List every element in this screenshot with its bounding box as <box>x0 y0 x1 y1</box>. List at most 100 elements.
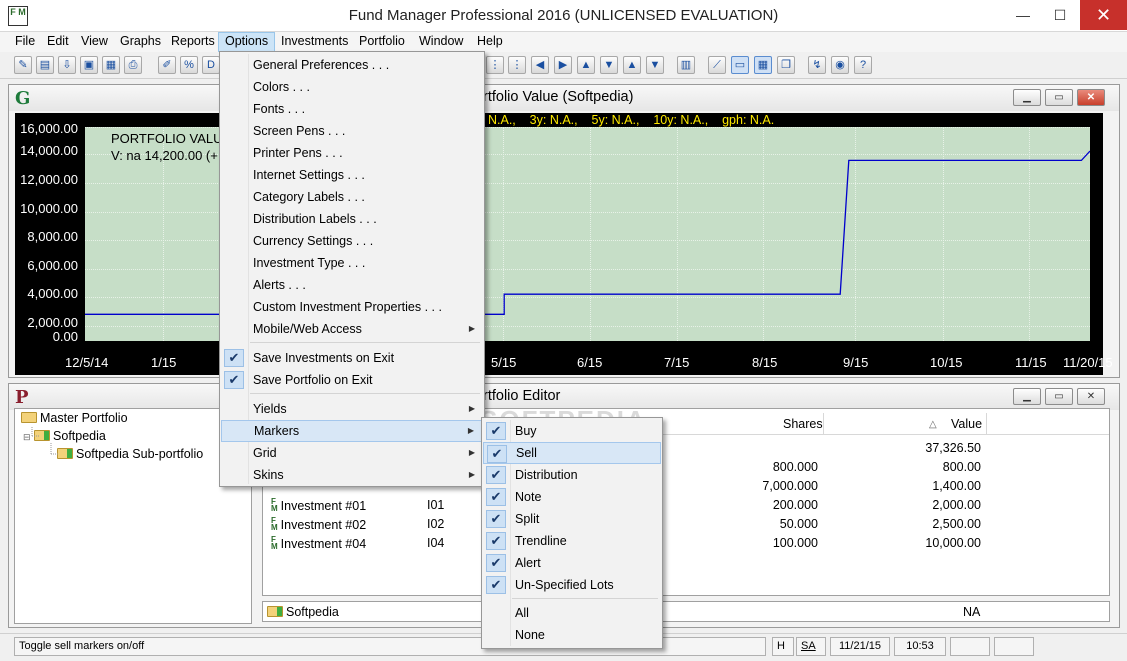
menu-options[interactable]: Options <box>218 32 276 52</box>
save-icon[interactable]: ▣ <box>80 56 98 74</box>
portfolio-minimize-button[interactable]: ▁ <box>1013 388 1041 405</box>
options-item-skins[interactable]: Skins ▶ <box>221 464 483 486</box>
graph-icon[interactable]: ⟋ <box>708 56 726 74</box>
checkmark-icon: ✔ <box>486 510 506 528</box>
marker-item-split[interactable]: ✔ Split <box>483 508 661 530</box>
menu-edit[interactable]: Edit <box>41 32 75 52</box>
menu-graphs[interactable]: Graphs <box>114 32 167 52</box>
minimize-button[interactable]: — <box>1006 0 1040 30</box>
submenu-arrow-icon: ▶ <box>468 324 475 333</box>
graph-area[interactable]: N.A., 3y: N.A., 5y: N.A., 10y: N.A., gph… <box>15 113 1113 375</box>
x-tick-label: 8/15 <box>752 355 778 370</box>
close-button[interactable]: ✕ <box>1080 0 1127 30</box>
menu-help[interactable]: Help <box>471 32 509 52</box>
checkmark-icon: ✔ <box>487 445 507 463</box>
graph-close-button[interactable]: ✕ <box>1077 89 1105 106</box>
options-item-category-labels[interactable]: Category Labels . . . <box>221 186 483 208</box>
table-row[interactable]: F M Investment #01 I01 200.000 2,000.00 <box>263 496 1109 515</box>
value-cell: 37,326.50 <box>925 441 981 455</box>
options-item-currency-settings[interactable]: Currency Settings . . . <box>221 230 483 252</box>
arrow-left-icon[interactable]: ◀ <box>531 56 549 74</box>
tile-icon[interactable]: ▭ <box>731 56 749 74</box>
graph-window-titlebar[interactable]: G rtfolio Value (Softpedia) ▁ ▭ ✕ <box>9 85 1119 111</box>
menu-reports[interactable]: Reports <box>165 32 221 52</box>
menu-separator <box>250 342 480 343</box>
options-item-alerts[interactable]: Alerts . . . <box>221 274 483 296</box>
marker-item-all[interactable]: All <box>483 602 661 624</box>
options-item-save-portfolio-on-exit[interactable]: ✔ Save Portfolio on Exit <box>221 369 483 391</box>
arrow-bottom-icon[interactable]: ▼ <box>646 56 664 74</box>
document-icon[interactable]: D <box>202 56 220 74</box>
portfolio-restore-button[interactable]: ▭ <box>1045 388 1073 405</box>
marker-item-none[interactable]: None <box>483 624 661 646</box>
print-icon[interactable]: ⎙ <box>124 56 142 74</box>
table-row[interactable]: F M Investment #04 I04 100.000 10,000.00 <box>263 534 1109 553</box>
menu-portfolio[interactable]: Portfolio <box>353 32 411 52</box>
options-item-fonts[interactable]: Fonts . . . <box>221 98 483 120</box>
marker-item-distribution[interactable]: ✔ Distribution <box>483 464 661 486</box>
options-item-yields[interactable]: Yields ▶ <box>221 398 483 420</box>
marker-item-trendline[interactable]: ✔ Trendline <box>483 530 661 552</box>
edit-icon[interactable]: ✐ <box>158 56 176 74</box>
y-tick-label: 14,000.00 <box>20 143 78 158</box>
portfolio-close-button[interactable]: ✕ <box>1077 388 1105 405</box>
copy-icon[interactable]: ❐ <box>777 56 795 74</box>
percent-icon[interactable]: % <box>180 56 198 74</box>
split-icon[interactable]: ⋮ <box>508 56 526 74</box>
options-item-custom-investment-properties[interactable]: Custom Investment Properties . . . <box>221 296 483 318</box>
graph-minimize-button[interactable]: ▁ <box>1013 89 1041 106</box>
options-item-printer-pens[interactable]: Printer Pens . . . <box>221 142 483 164</box>
x-tick-label: 1/15 <box>151 355 177 370</box>
marker-item-alert[interactable]: ✔ Alert <box>483 552 661 574</box>
options-item-markers[interactable]: Markers ▶ <box>221 420 483 442</box>
checkmark-icon: ✔ <box>486 554 506 572</box>
update-icon[interactable]: ↯ <box>808 56 826 74</box>
arrow-up-icon[interactable]: ▲ <box>577 56 595 74</box>
grid-view-icon[interactable]: ▦ <box>754 56 772 74</box>
menu-file[interactable]: File <box>9 32 41 52</box>
value-cell: 10,000.00 <box>925 536 981 550</box>
portfolio-summary-row: Softpedia NA <box>262 601 1110 622</box>
options-item-distribution-labels[interactable]: Distribution Labels . . . <box>221 208 483 230</box>
open-folder-icon[interactable]: ▤ <box>36 56 54 74</box>
checkmark-icon: ✔ <box>224 349 244 367</box>
save-all-icon[interactable]: ▦ <box>102 56 120 74</box>
status-sa[interactable]: SA <box>796 637 826 656</box>
arrow-down-icon[interactable]: ▼ <box>600 56 618 74</box>
arrow-right-icon[interactable]: ▶ <box>554 56 572 74</box>
calculator-icon[interactable]: ▥ <box>677 56 695 74</box>
maximize-button[interactable]: ☐ <box>1043 0 1077 30</box>
options-item-mobile-web-access[interactable]: Mobile/Web Access ▶ <box>221 318 483 340</box>
marker-item-un-specified-lots[interactable]: ✔ Un-Specified Lots <box>483 574 661 596</box>
arrow-top-icon[interactable]: ▲ <box>623 56 641 74</box>
tree-item-softpedia[interactable]: ⊟ Softpedia <box>23 429 106 443</box>
tree-item-master[interactable]: Master Portfolio <box>21 411 128 425</box>
column-header-value[interactable]: Value <box>951 417 982 431</box>
new-icon[interactable]: ✎ <box>14 56 32 74</box>
marker-item-sell[interactable]: ✔ Sell <box>483 442 661 464</box>
import-icon[interactable]: ⇩ <box>58 56 76 74</box>
column-header-shares[interactable]: Shares <box>783 417 823 431</box>
marker-item-buy[interactable]: ✔ Buy <box>483 420 661 442</box>
options-item-investment-type[interactable]: Investment Type . . . <box>221 252 483 274</box>
menu-investments[interactable]: Investments <box>275 32 354 52</box>
menu-view[interactable]: View <box>75 32 114 52</box>
options-item-general-preferences[interactable]: General Preferences . . . <box>221 54 483 76</box>
options-item-internet-settings[interactable]: Internet Settings . . . <box>221 164 483 186</box>
options-item-save-investments-on-exit[interactable]: ✔ Save Investments on Exit <box>221 347 483 369</box>
tree-item-sub-portfolio[interactable]: Softpedia Sub-portfolio <box>57 447 203 461</box>
investment-icon: FM <box>271 535 278 551</box>
graph-restore-button[interactable]: ▭ <box>1045 89 1073 106</box>
options-item-grid[interactable]: Grid ▶ <box>221 442 483 464</box>
submenu-arrow-icon: ▶ <box>468 404 475 413</box>
table-row[interactable]: F M Investment #02 I02 50.000 2,500.00 <box>263 515 1109 534</box>
distribute-icon[interactable]: ⋮ <box>486 56 504 74</box>
menu-window[interactable]: Window <box>413 32 469 52</box>
options-item-screen-pens[interactable]: Screen Pens . . . <box>221 120 483 142</box>
internet-icon[interactable]: ◉ <box>831 56 849 74</box>
options-item-colors[interactable]: Colors . . . <box>221 76 483 98</box>
tree-collapse-icon[interactable]: ⊟ <box>23 432 31 442</box>
marker-item-note[interactable]: ✔ Note <box>483 486 661 508</box>
help-icon[interactable]: ? <box>854 56 872 74</box>
investment-icon: FM <box>271 497 278 513</box>
